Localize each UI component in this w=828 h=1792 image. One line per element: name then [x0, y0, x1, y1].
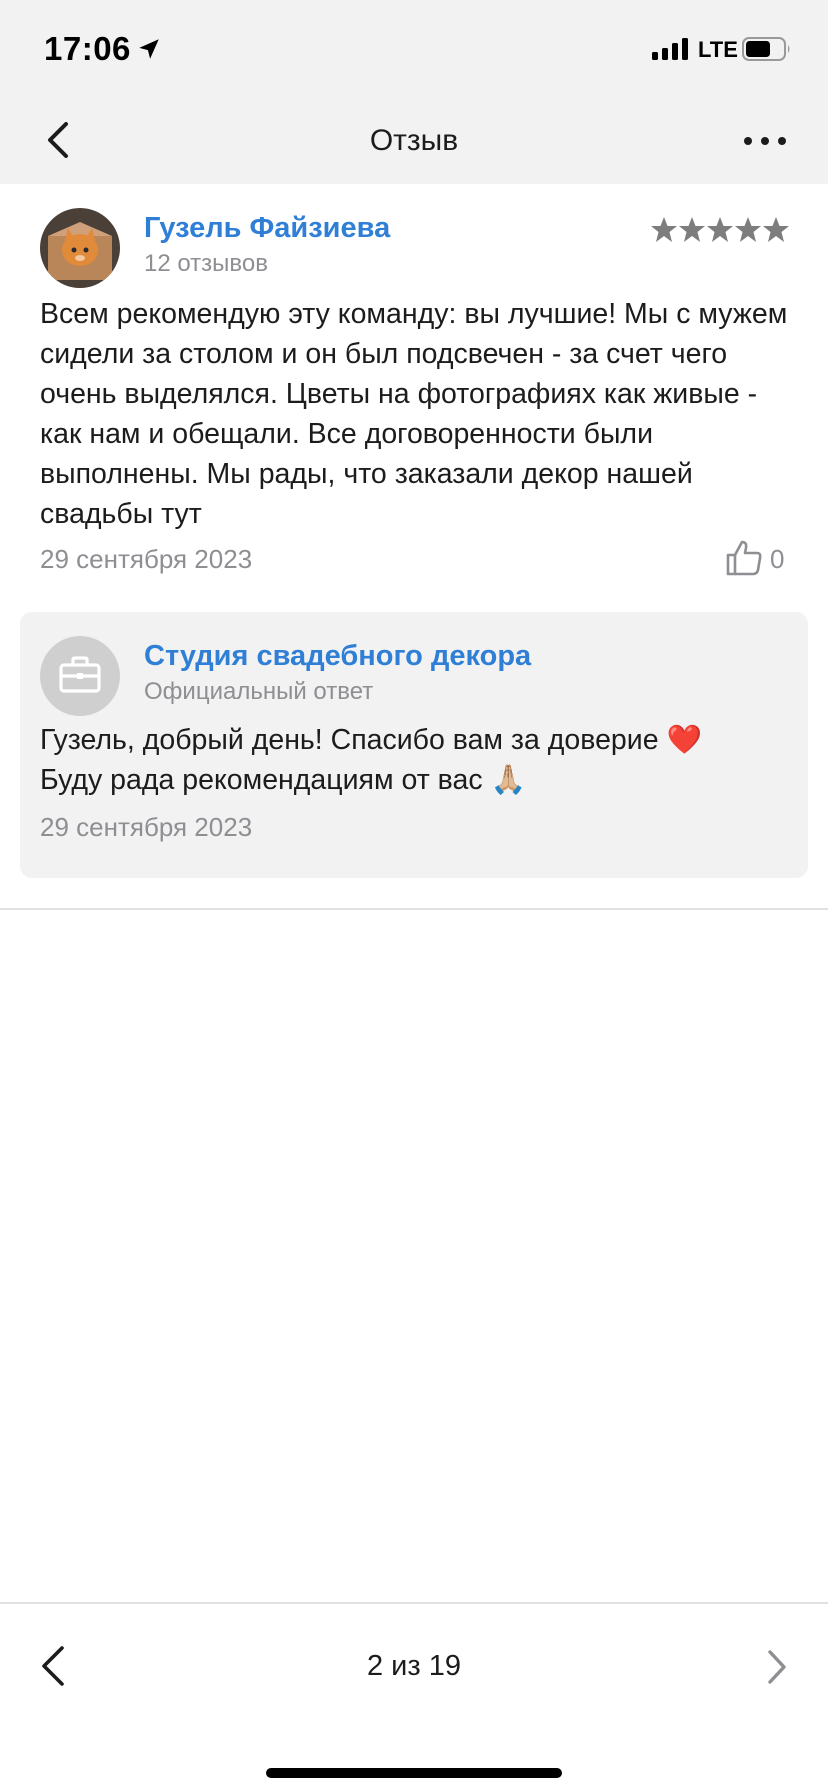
battery-icon: [742, 37, 790, 61]
page-title: Отзыв: [369, 124, 459, 157]
review-author-name[interactable]: Гузель Файзиева: [144, 212, 390, 245]
briefcase-icon: [59, 656, 101, 693]
star-icon: [735, 217, 761, 242]
star-icon: [763, 217, 789, 242]
review-text: Всем рекомендую эту команду: вы лучшие! …: [40, 298, 788, 530]
reply-date: 29 сентября 2023: [40, 812, 253, 842]
more-horizontal-icon[interactable]: [740, 126, 790, 156]
pager-bar: 2 из 19: [0, 1602, 828, 1792]
page-counter: 2 из 19: [367, 1650, 461, 1682]
star-icon: [679, 217, 705, 242]
review-date: 29 сентября 2023: [40, 544, 253, 574]
star-icon: [651, 217, 677, 242]
reply-text-line: Гузель, добрый день! Спасибо вам за дове…: [40, 724, 702, 756]
star-icon: [707, 217, 733, 242]
official-reply: Студия свадебного декора Официальный отв…: [20, 612, 808, 878]
status-bar: 17:06 LTE: [0, 0, 828, 96]
cat-photo-icon: [40, 208, 120, 288]
nav-bar: Отзыв: [0, 96, 828, 184]
location-arrow-icon: [139, 39, 159, 59]
signal-icon: [652, 38, 688, 60]
divider: [0, 908, 828, 910]
avatar[interactable]: [40, 208, 120, 288]
home-indicator: [266, 1768, 562, 1778]
reply-label: Официальный ответ: [144, 678, 374, 705]
review-author-count: 12 отзывов: [144, 250, 269, 277]
reply-text-line: Буду рада рекомендациям от вас 🙏🏼: [40, 764, 526, 796]
company-avatar: [40, 636, 120, 716]
status-time: 17:06: [44, 30, 131, 67]
network-type: LTE: [698, 37, 738, 62]
reply-author-name[interactable]: Студия свадебного декора: [144, 640, 531, 673]
rating-stars: [651, 217, 789, 242]
reply-text: Гузель, добрый день! Спасибо вам за дове…: [40, 720, 780, 800]
next-arrow-icon[interactable]: [762, 1646, 792, 1688]
thumbs-up-icon[interactable]: [724, 538, 764, 578]
like-count: 0: [770, 544, 785, 574]
